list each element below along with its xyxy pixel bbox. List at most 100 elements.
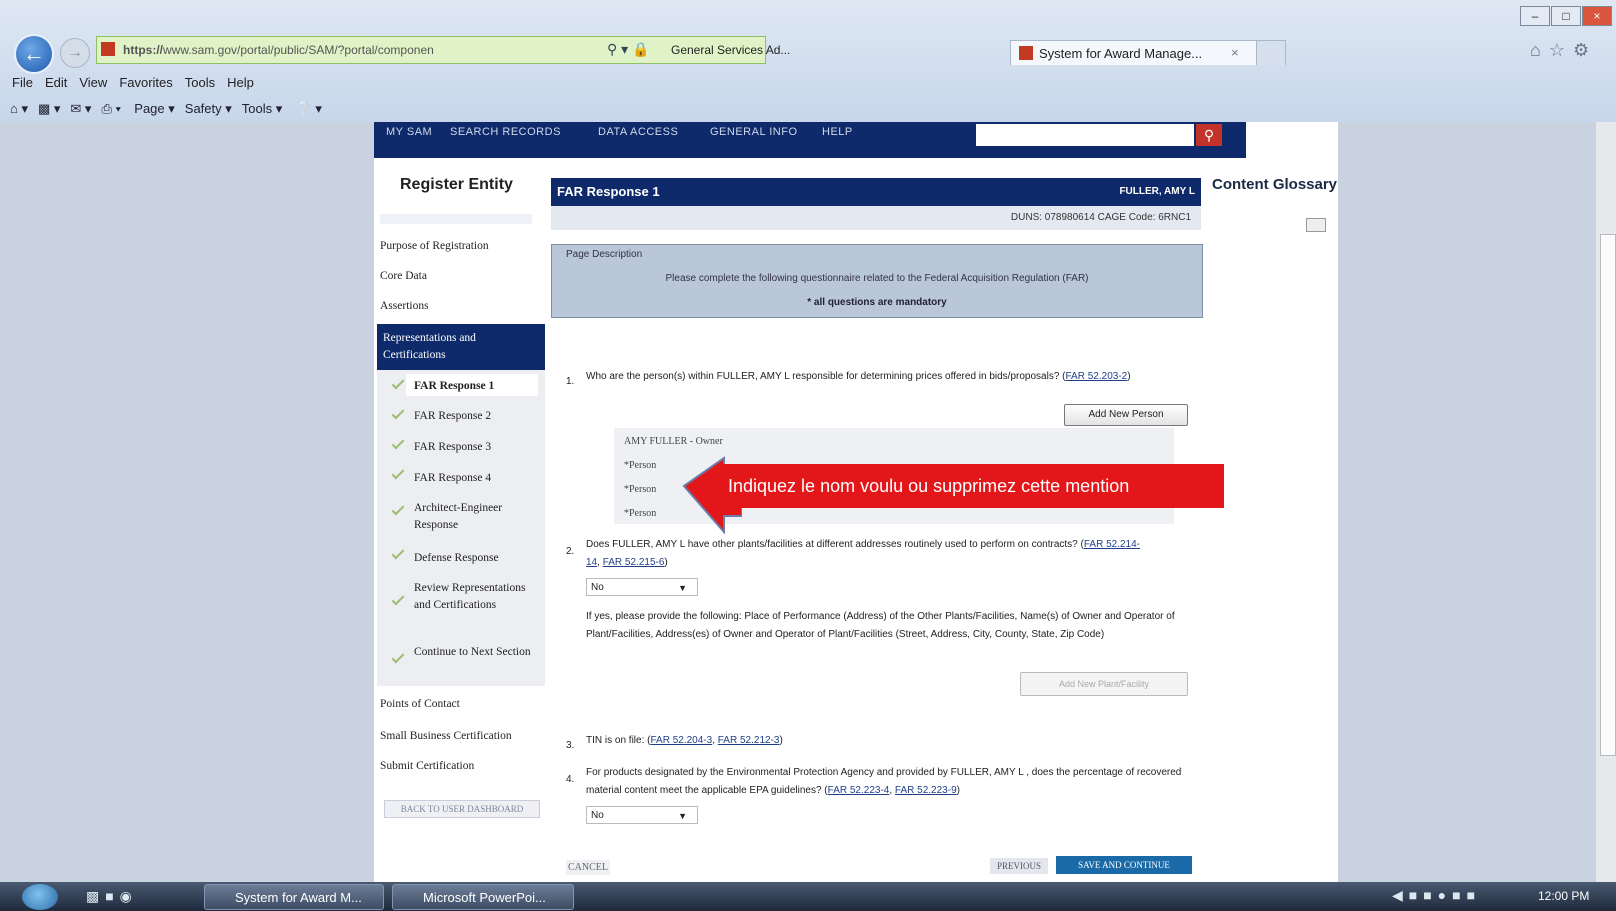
maximize-icon[interactable]: □ (1551, 6, 1581, 26)
far-link[interactable]: FAR 52.203-2 (1066, 371, 1128, 382)
sidebar-item-points-of-contact[interactable]: Points of Contact (380, 698, 460, 710)
browser-tab[interactable]: System for Award Manage... × (1010, 40, 1258, 65)
cancel-button[interactable]: CANCEL (566, 860, 610, 875)
window-controls: – □ × (1520, 6, 1616, 26)
plants-select-value: No (591, 582, 604, 593)
page-menu[interactable]: Page ▾ (134, 96, 175, 122)
url-text: https://www.sam.gov/portal/public/SAM/?p… (123, 43, 434, 57)
menu-bar: File Edit View Favorites Tools Help (0, 72, 1616, 94)
list-item[interactable]: *Person (624, 460, 656, 471)
duns-row: DUNS: 078980614 CAGE Code: 6RNC1 (551, 206, 1201, 230)
forward-arrow-icon[interactable]: → (60, 38, 90, 68)
save-and-continue-button[interactable]: SAVE AND CONTINUE (1056, 856, 1192, 874)
feeds-icon[interactable]: ▩ ▾ (38, 96, 60, 122)
far-link[interactable]: FAR 52.223-9 (895, 785, 957, 796)
question-number: 1. (566, 376, 575, 387)
far-link[interactable]: FAR 52.212-3 (718, 735, 780, 746)
far-response-header: FAR Response 1 FULLER, AMY L (551, 178, 1201, 206)
search-icon[interactable]: ⚲ ▾ 🔒 (607, 41, 650, 58)
far-link[interactable]: FAR 52.215-6 (603, 557, 665, 568)
clock: 12:00 PM (1538, 889, 1590, 903)
nav-search-records[interactable]: SEARCH RECORDS (450, 126, 561, 138)
epa-select-value: No (591, 810, 604, 821)
minimize-icon[interactable]: – (1520, 6, 1550, 26)
glossary-expand-icon[interactable] (1306, 218, 1326, 232)
menu-favorites[interactable]: Favorites (119, 72, 172, 94)
menu-help[interactable]: Help (227, 72, 254, 94)
subitem-far-response-1[interactable]: FAR Response 1 (414, 378, 534, 395)
home-star-gear-icons[interactable]: ⌂☆⚙ (1530, 40, 1597, 61)
close-tab-icon[interactable]: × (1231, 45, 1239, 60)
chevron-down-icon: ▼ (678, 583, 687, 593)
entity-name: FULLER, AMY L (1119, 186, 1195, 197)
scrollbar-thumb[interactable] (1600, 234, 1616, 756)
question-number: 2. (566, 546, 575, 557)
sidebar-item-purpose[interactable]: Purpose of Registration (380, 240, 489, 252)
plants-select[interactable]: No ▼ (586, 578, 698, 596)
far-link[interactable]: FAR 52.204-3 (650, 735, 712, 746)
far-link[interactable]: FAR 52.223-4 (828, 785, 890, 796)
glossary-panel (1212, 210, 1338, 870)
help-icon[interactable]: ❔ ▾ (296, 96, 322, 122)
add-new-plant-button[interactable]: Add New Plant/Facility (1020, 672, 1188, 696)
description-text: Please complete the following questionna… (665, 273, 1089, 284)
subitem-far-response-2[interactable]: FAR Response 2 (414, 408, 534, 425)
tab-favicon-icon (1019, 46, 1033, 60)
taskbar-item-browser[interactable]: System for Award M... (204, 884, 384, 910)
nav-general-info[interactable]: GENERAL INFO (710, 126, 798, 138)
menu-file[interactable]: File (12, 72, 33, 94)
sidebar-item-small-business[interactable]: Small Business Certification (380, 730, 512, 742)
subitem-review-reps-certs[interactable]: Review Representations and Certification… (414, 580, 534, 614)
command-bar: ⌂ ▾ ▩ ▾ ✉ ▾ ⎙ ▾ Page ▾ Safety ▾ Tools ▾ ❔ ▾ (0, 96, 1616, 122)
previous-button[interactable]: PREVIOUS (990, 858, 1048, 874)
list-item[interactable]: AMY FULLER - Owner (624, 436, 723, 447)
register-entity-title: Register Entity (400, 176, 513, 193)
sidebar-item-core-data[interactable]: Core Data (380, 270, 427, 282)
epa-select[interactable]: No ▼ (586, 806, 698, 824)
menu-edit[interactable]: Edit (45, 72, 67, 94)
address-bar[interactable]: https://www.sam.gov/portal/public/SAM/?p… (96, 36, 790, 64)
menu-view[interactable]: View (79, 72, 107, 94)
sidebar-item-submit-cert[interactable]: Submit Certification (380, 760, 474, 772)
site-search-input[interactable] (976, 124, 1194, 146)
new-tab-button[interactable] (1256, 40, 1286, 65)
home-icon[interactable]: ⌂ ▾ (10, 96, 28, 122)
quick-launch-icons[interactable]: ▩■◉ (86, 888, 138, 905)
list-item[interactable]: *Person (624, 484, 656, 495)
tab-title: System for Award Manage... (1039, 46, 1203, 61)
mail-icon[interactable]: ✉ ▾ (70, 96, 91, 122)
page-description-box: Page Description Please complete the fol… (551, 244, 1203, 318)
question-2: Does FULLER, AMY L have other plants/fac… (586, 539, 1141, 568)
start-button-icon[interactable] (22, 884, 58, 910)
subitem-far-response-4[interactable]: FAR Response 4 (414, 470, 534, 487)
list-item[interactable]: *Person (624, 508, 656, 519)
back-to-dashboard-button[interactable]: BACK TO USER DASHBOARD (384, 800, 540, 818)
add-new-person-button[interactable]: Add New Person (1064, 404, 1188, 426)
taskbar-item-powerpoint[interactable]: Microsoft PowerPoi... (392, 884, 574, 910)
question-number: 4. (566, 774, 575, 785)
question-3-text: TIN is on file: (586, 735, 645, 746)
subitem-far-response-3[interactable]: FAR Response 3 (414, 439, 534, 456)
back-arrow-icon[interactable]: ← (14, 34, 54, 74)
question-3: TIN is on file: (FAR 52.204-3, FAR 52.21… (586, 735, 783, 746)
menu-tools[interactable]: Tools (185, 72, 215, 94)
content-glossary-title: Content Glossary (1212, 176, 1338, 193)
nav-my-sam[interactable]: MY SAM (386, 126, 432, 138)
subitem-architect-engineer[interactable]: Architect-Engineer Response (414, 500, 534, 534)
chevron-down-icon: ▼ (678, 811, 687, 821)
close-window-icon[interactable]: × (1582, 6, 1612, 26)
tools-menu[interactable]: Tools ▾ (242, 96, 283, 122)
nav-data-access[interactable]: DATA ACCESS (598, 126, 678, 138)
search-icon[interactable]: ⚲ (1196, 124, 1222, 146)
safety-menu[interactable]: Safety ▾ (185, 96, 232, 122)
print-icon[interactable]: ⎙ ▾ (101, 96, 120, 122)
subitem-continue-next[interactable]: Continue to Next Section (414, 644, 534, 661)
duns-cage: DUNS: 078980614 CAGE Code: 6RNC1 (1010, 212, 1191, 223)
nav-help[interactable]: HELP (822, 126, 853, 138)
subitem-defense-response[interactable]: Defense Response (414, 550, 534, 567)
plants-instructions: If yes, please provide the following: Pl… (586, 611, 1175, 640)
site-icon (101, 42, 115, 56)
system-tray-icons[interactable]: ◀■■●■■ (1392, 887, 1481, 904)
sidebar-item-reps-certs[interactable]: Representations and Certifications (377, 324, 545, 370)
sidebar-item-assertions[interactable]: Assertions (380, 300, 429, 312)
